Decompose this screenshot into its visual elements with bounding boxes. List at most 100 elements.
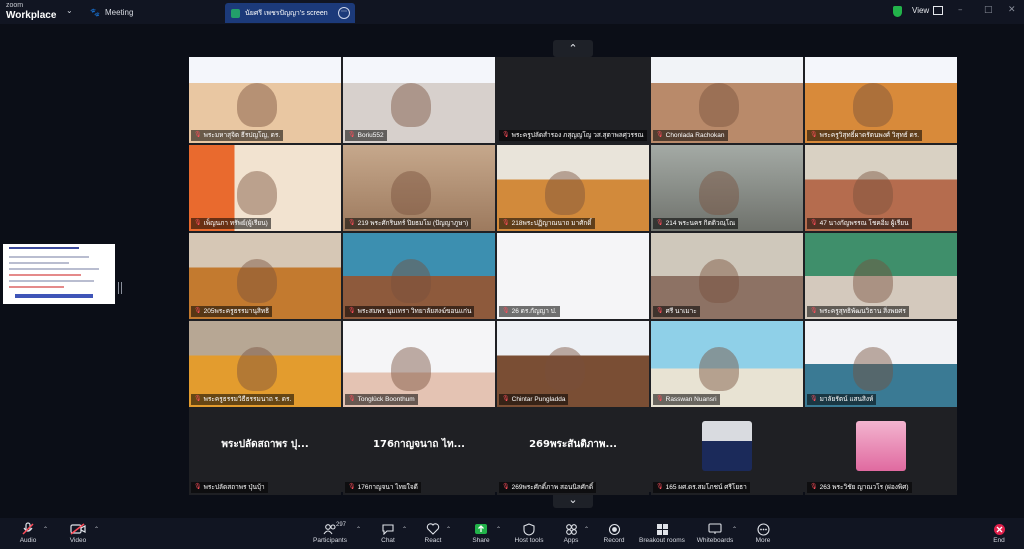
- react-options-caret[interactable]: ⌃: [446, 526, 451, 533]
- meeting-tab[interactable]: 🐾 Meeting: [90, 5, 133, 19]
- participant-tile[interactable]: 🎙 214 พระนคร กิตติวณฺโณ: [651, 145, 803, 231]
- shared-screen-tab[interactable]: นัยศรี เพชรปัญญา's screen ⋯: [225, 3, 355, 23]
- participant-name-tag: 🎙 พระปลัดสถาพร ปุ่นบุ้า: [191, 482, 268, 493]
- participant-tile[interactable]: 🎙 Tonglück Boonthum: [343, 321, 495, 407]
- participant-name-tag: 🎙 พระครูธรรมวิธีธรรมนาถ ร. ดร.: [191, 394, 295, 405]
- participant-name: 26 ดร.กัญญา ป.: [511, 308, 557, 315]
- close-icon[interactable]: ✕: [1008, 5, 1016, 15]
- shared-content-thumbnail[interactable]: [3, 244, 115, 304]
- view-button[interactable]: View: [912, 6, 944, 15]
- video-feed: [853, 83, 893, 127]
- minimize-icon[interactable]: –: [958, 5, 963, 15]
- shared-screen-label: นัยศรี เพชรปัญญา's screen: [245, 9, 328, 17]
- participant-tile[interactable]: 🎙 Chonlada Rachokan: [651, 57, 803, 143]
- whiteboards-options-caret[interactable]: ⌃: [732, 526, 737, 533]
- participant-name-tag: 🎙 219 พระศักรินทร์ ปิยธมโม (ปัญญาภูษา): [345, 218, 472, 229]
- video-feed: [853, 347, 893, 391]
- end-icon: [993, 521, 1006, 537]
- participant-tile[interactable]: 🎙 47 นางกัญพรรณ โชคอิ่ม ผู้เรียน: [805, 145, 957, 231]
- participant-name-tag: 🎙 205พระครูธรรมานุสิทธิ: [191, 306, 273, 317]
- whiteboards-button[interactable]: Whiteboards: [696, 518, 734, 549]
- participant-tile[interactable]: 269พระสันติภาพ... 🎙 269พระศักดิ์ภาพ สอนนิล…: [497, 409, 649, 495]
- share-button[interactable]: Share: [470, 518, 492, 549]
- view-label: View: [912, 6, 930, 15]
- record-button[interactable]: Record: [602, 518, 626, 549]
- participant-tile[interactable]: พระปลัดสถาพร ปุ... 🎙 พระปลัดสถาพร ปุ่นบุ้า: [189, 409, 341, 495]
- participants-label: Participants: [313, 537, 347, 544]
- participant-name-tag: 🎙 263 พระวิชัย ญาณวโร (ผ่องพิศ): [807, 482, 912, 493]
- breakout-rooms-button[interactable]: Breakout rooms: [638, 518, 686, 549]
- participant-tile[interactable]: 🎙 พระครูธรรมวิธีธรรมนาถ ร. ดร.: [189, 321, 341, 407]
- page-up-button[interactable]: ⌃: [553, 40, 593, 57]
- video-feed: [699, 259, 739, 303]
- participant-tile[interactable]: 🎙 205พระครูธรรมานุสิทธิ: [189, 233, 341, 319]
- muted-mic-icon: 🎙: [810, 220, 818, 226]
- profile-picture: [856, 421, 906, 471]
- react-button[interactable]: React: [422, 518, 444, 549]
- chevron-down-icon[interactable]: ⌄: [66, 6, 73, 15]
- participant-name-tag: 🎙 เพ็ญนภา ทรัพย์(ผู้เรียน): [191, 218, 271, 229]
- heart-icon: [426, 521, 440, 537]
- video-options-caret[interactable]: ⌃: [94, 526, 99, 533]
- participant-tile[interactable]: 🎙 26 ดร.กัญญา ป.: [497, 233, 649, 319]
- participant-name-tag: 🎙 26 ดร.กัญญา ป.: [499, 306, 560, 317]
- participant-tile[interactable]: 🎙 มาลัยรัตน์ แสนสิงห์: [805, 321, 957, 407]
- muted-mic-icon: 🎙: [348, 396, 356, 402]
- participant-tile[interactable]: 🎙 พระสมพร นุมเทรา วิทยาลัยสงฆ์ขอนแก่น: [343, 233, 495, 319]
- participant-name-tag: 🎙 มาลัยรัตน์ แสนสิงห์: [807, 394, 877, 405]
- react-label: React: [424, 537, 442, 544]
- chat-button[interactable]: Chat: [378, 518, 398, 549]
- video-feed: [237, 171, 277, 215]
- participant-name: พระปลัดสถาพร ปุ่นบุ้า: [203, 484, 265, 491]
- participant-tile[interactable]: 🎙 ศรี นาเมาะ: [651, 233, 803, 319]
- apps-button[interactable]: Apps: [560, 518, 582, 549]
- participant-tile[interactable]: 🎙 263 พระวิชัย ญาณวโร (ผ่องพิศ): [805, 409, 957, 495]
- camera-muted-icon: [70, 521, 86, 537]
- participant-tile[interactable]: 🎙 Boriu552: [343, 57, 495, 143]
- participant-tile[interactable]: 🎙 พระมหาสุจิต ธีรปญโญ, ดร.: [189, 57, 341, 143]
- participant-name-tag: 🎙 269พระศักดิ์ภาพ สอนนิลศักดิ์: [499, 482, 597, 493]
- participant-tile[interactable]: 🎙 218พระปฏิญาณนาถ มาศักดิ์: [497, 145, 649, 231]
- share-arrow-icon: [474, 521, 488, 537]
- more-options-icon[interactable]: ⋯: [338, 7, 350, 19]
- participant-tile[interactable]: 🎙 เพ็ญนภา ทรัพย์(ผู้เรียน): [189, 145, 341, 231]
- video-feed: [237, 347, 277, 391]
- maximize-icon[interactable]: □: [984, 5, 993, 15]
- end-label: End: [993, 537, 1005, 544]
- participant-tile[interactable]: 🎙 พระครูวิสุทธิ์ผาดรัตนพงศ์ วิสุทธ์ ดร.: [805, 57, 957, 143]
- more-button[interactable]: More: [752, 518, 774, 549]
- video-button[interactable]: Video: [66, 518, 90, 549]
- host-tools-button[interactable]: Host tools: [512, 518, 546, 549]
- slide-text-line: [9, 262, 69, 264]
- share-options-caret[interactable]: ⌃: [496, 526, 501, 533]
- paw-icon: 🐾: [90, 7, 100, 17]
- participant-tile[interactable]: 176กาญจนาถ ไท... 🎙 176กาญจนา ไทยใจดี: [343, 409, 495, 495]
- apps-icon: [565, 521, 578, 537]
- apps-label: Apps: [563, 537, 579, 544]
- participant-tile[interactable]: 🎙 Chintar Pungladda: [497, 321, 649, 407]
- audio-options-caret[interactable]: ⌃: [43, 526, 48, 533]
- video-feed: [391, 171, 431, 215]
- participants-options-caret[interactable]: ⌃: [356, 526, 361, 533]
- video-feed: [391, 83, 431, 127]
- participant-tile[interactable]: 🎙 พระครูปลัดสำรอง ภสุญญโญ วส.สุตาพลศุวรรณ: [497, 57, 649, 143]
- muted-mic-icon: 🎙: [194, 220, 202, 226]
- muted-mic-icon: 🎙: [502, 132, 510, 138]
- participant-tile[interactable]: 🎙 165 ผศ.ดร.สมโภชน์ ศรีโยธา: [651, 409, 803, 495]
- participant-tile[interactable]: 🎙 พระครูสุทธิพัฒนวิธาน สิ่งพยศร: [805, 233, 957, 319]
- end-button[interactable]: End: [988, 518, 1010, 549]
- participant-name: Chintar Pungladda: [511, 396, 566, 403]
- apps-options-caret[interactable]: ⌃: [584, 526, 589, 533]
- participant-tile[interactable]: 🎙 219 พระศักรินทร์ ปิยธมโม (ปัญญาภูษา): [343, 145, 495, 231]
- resize-handle[interactable]: [118, 282, 122, 294]
- chat-options-caret[interactable]: ⌃: [402, 526, 407, 533]
- participant-tile[interactable]: 🎙 Rasswan Nuansri: [651, 321, 803, 407]
- participant-name: พระสมพร นุมเทรา วิทยาลัยสงฆ์ขอนแก่น: [357, 308, 472, 315]
- muted-mic-icon: 🎙: [810, 308, 818, 314]
- muted-mic-icon: 🎙: [194, 308, 202, 314]
- audio-button[interactable]: Audio: [16, 518, 40, 549]
- security-shield-icon[interactable]: [893, 6, 902, 17]
- meeting-tab-label: Meeting: [104, 7, 134, 17]
- muted-mic-icon: 🎙: [348, 220, 356, 226]
- participant-name-tag: 🎙 176กาญจนา ไทยใจดี: [345, 482, 421, 493]
